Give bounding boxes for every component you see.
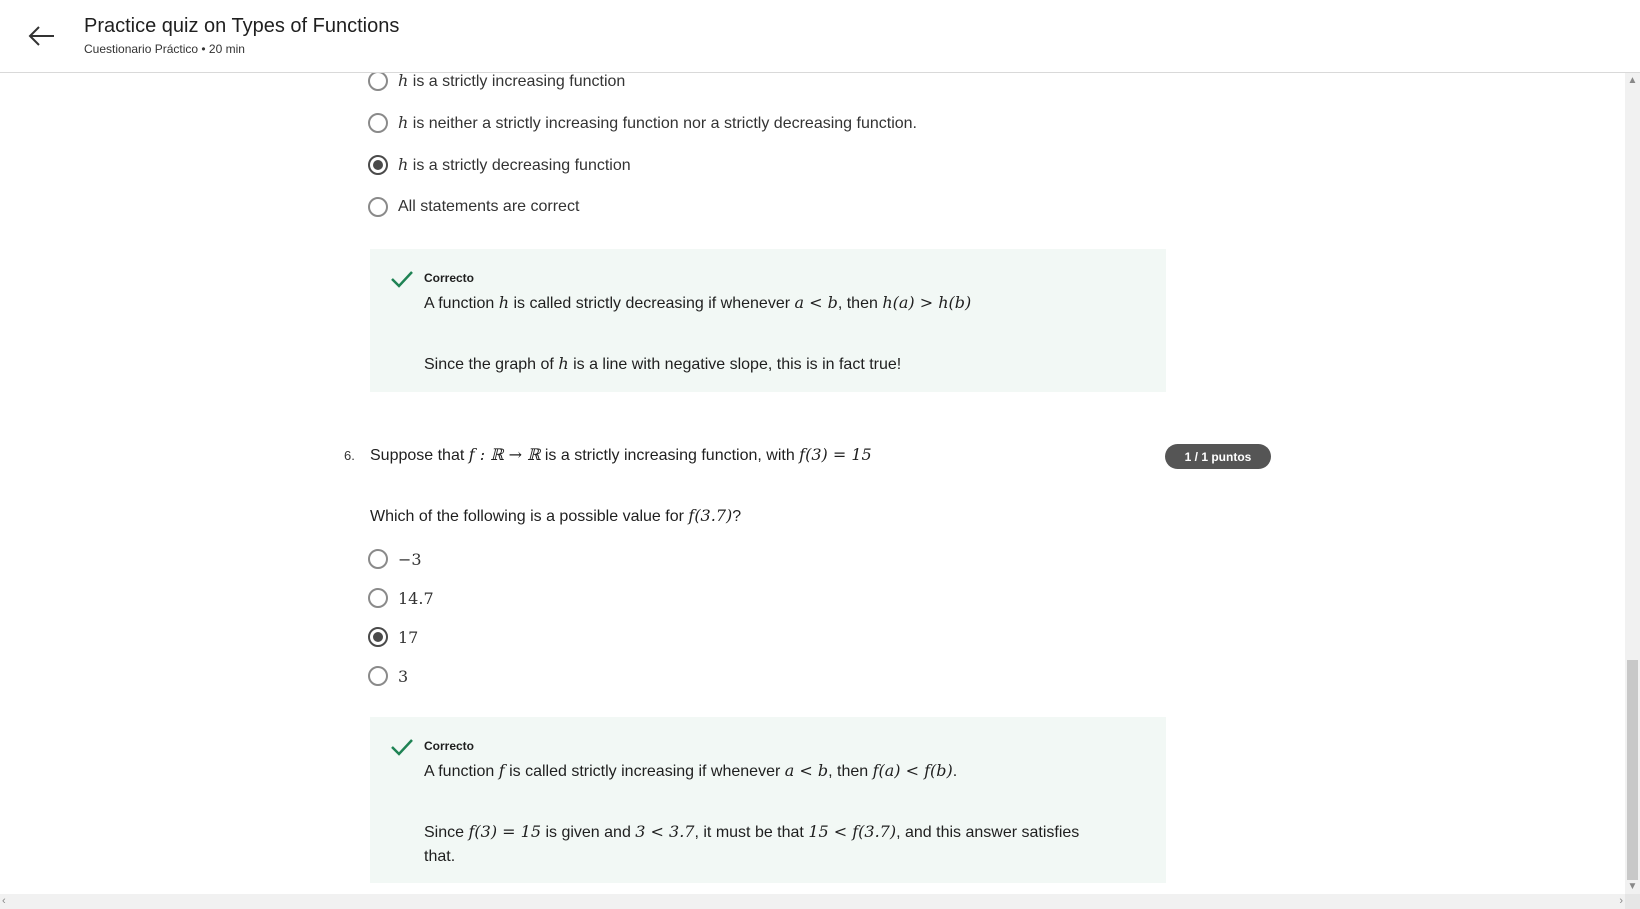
q6-option-4[interactable]: 3 [368,662,408,690]
radio-button[interactable] [368,549,388,569]
feedback-status: Correcto [424,271,475,285]
q6-option-3[interactable]: 17 [368,623,418,651]
q6-feedback-box: Correcto A function f is called strictly… [370,717,1166,883]
radio-button[interactable] [368,666,388,686]
scroll-up-arrow-icon[interactable]: ▲ [1625,73,1640,88]
checkmark-icon [391,739,413,756]
feedback-explanation-cont: that. [424,848,456,865]
q6-option-2[interactable]: 14.7 [368,584,434,612]
scrollbar-thumb[interactable] [1627,660,1638,880]
q5-feedback-box: Correcto A function h is called strictly… [370,249,1166,392]
quiz-header: Practice quiz on Types of Functions Cues… [0,0,1640,73]
score-badge: 1 / 1 puntos [1165,444,1271,469]
option-label: h is neither a strictly increasing funct… [398,113,917,132]
option-label: 17 [398,627,419,647]
q5-option-1[interactable]: h is a strictly increasing function [368,73,625,95]
page-title: Practice quiz on Types of Functions [84,15,400,37]
scroll-down-arrow-icon[interactable]: ▼ [1625,879,1640,894]
feedback-definition: A function h is called strictly decreasi… [424,293,972,312]
scroll-left-arrow-icon[interactable]: ‹ [2,894,6,909]
q5-option-4[interactable]: All statements are correct [368,193,579,221]
radio-button[interactable] [368,113,388,133]
radio-button[interactable] [368,197,388,217]
option-label: All statements are correct [398,198,580,215]
q5-option-2[interactable]: h is neither a strictly increasing funct… [368,109,917,137]
radio-button-selected[interactable] [368,155,388,175]
scrollbar-corner [1625,894,1640,909]
feedback-explanation: Since the graph of h is a line with nega… [424,354,902,373]
radio-button[interactable] [368,588,388,608]
vertical-scrollbar[interactable]: ▲ ▼ [1625,73,1640,894]
q6-option-1[interactable]: −3 [368,545,422,573]
page-subtitle: Cuestionario Práctico • 20 min [84,42,245,56]
option-label: h is a strictly increasing function [398,73,626,90]
question-text: Suppose that f : ℝ → ℝ is a strictly inc… [370,445,872,464]
question-number: 6. [344,448,355,463]
back-arrow-icon[interactable] [26,20,58,52]
radio-button[interactable] [368,73,388,91]
checkmark-icon [391,271,413,288]
radio-button-selected[interactable] [368,627,388,647]
feedback-status: Correcto [424,739,475,753]
feedback-definition: A function f is called strictly increasi… [424,761,958,780]
option-label: −3 [398,549,422,569]
option-label: 14.7 [398,588,434,608]
option-label: 3 [398,666,409,686]
horizontal-scrollbar[interactable]: ‹ › [0,894,1625,909]
q5-option-3[interactable]: h is a strictly decreasing function [368,151,631,179]
quiz-content: h is a strictly increasing function h is… [0,73,1625,894]
scroll-right-arrow-icon[interactable]: › [1619,894,1623,909]
question-prompt: Which of the following is a possible val… [370,506,742,525]
feedback-explanation: Since f(3) = 15 is given and 3 < 3.7, it… [424,822,1080,841]
option-label: h is a strictly decreasing function [398,155,631,174]
